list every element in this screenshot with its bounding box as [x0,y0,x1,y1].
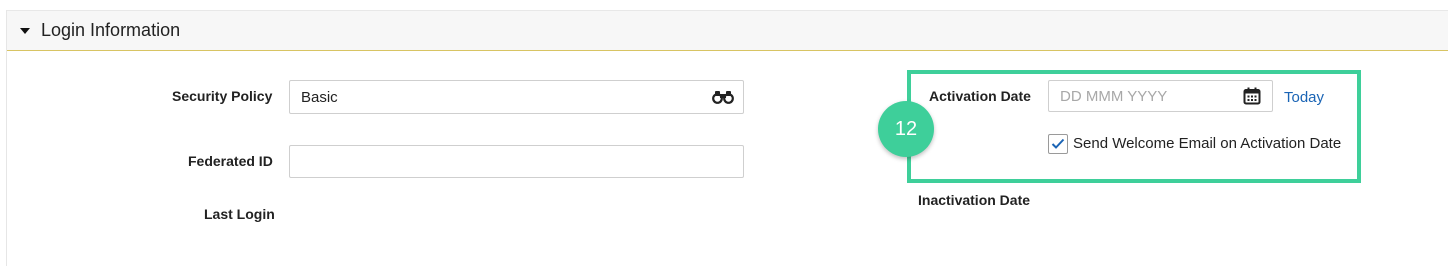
caret-down-icon[interactable] [20,27,30,34]
security-policy-value: Basic [301,88,338,106]
security-policy-field[interactable]: Basic [289,80,744,114]
activation-date-placeholder: DD MMM YYYY [1060,87,1168,105]
section-header[interactable]: Login Information [7,10,1448,51]
inactivation-date-label: Inactivation Date [918,192,1031,208]
binoculars-icon[interactable] [711,87,735,107]
activation-date-field[interactable]: DD MMM YYYY [1048,80,1273,112]
send-welcome-email-checkbox[interactable] [1048,134,1068,154]
federated-id-field[interactable] [289,145,744,178]
last-login-label: Last Login [204,206,275,222]
checkmark-icon [1051,138,1065,149]
security-policy-label: Security Policy [172,88,273,104]
step-number-badge: 12 [878,101,934,157]
section-title: Login Information [41,20,181,40]
federated-id-label: Federated ID [188,153,273,169]
send-welcome-email-label[interactable]: Send Welcome Email on Activation Date [1073,135,1341,152]
activation-date-label: Activation Date [929,88,1031,104]
today-link[interactable]: Today [1284,89,1324,106]
calendar-icon[interactable] [1240,86,1264,106]
